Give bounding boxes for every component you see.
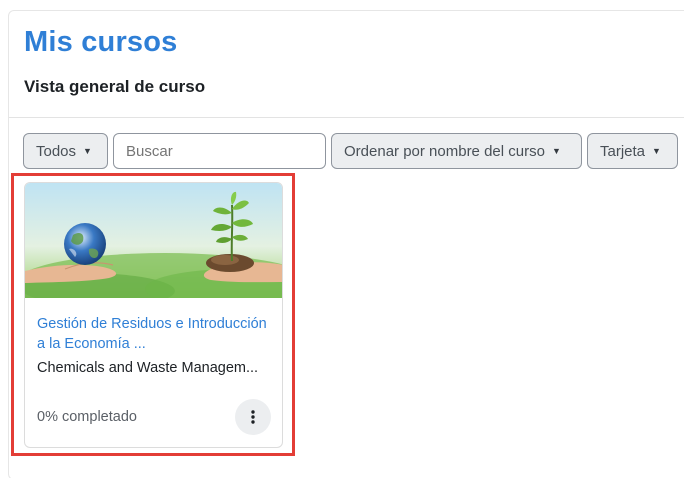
section-title: Vista general de curso [24, 77, 206, 96]
grouping-label: Todos [36, 142, 77, 160]
course-title-link[interactable]: Gestión de Residuos e Introducción a la … [37, 314, 272, 354]
search-input[interactable] [113, 133, 326, 169]
divider [9, 117, 684, 118]
chevron-down-icon: ▼ [652, 146, 661, 156]
sort-label: Ordenar por nombre del curso [344, 142, 545, 160]
page-title: Mis cursos [24, 26, 178, 58]
progress-text: 0% completado [37, 409, 137, 425]
view-dropdown[interactable]: Tarjeta ▼ [587, 133, 678, 169]
course-card[interactable]: Gestión de Residuos e Introducción a la … [24, 182, 283, 448]
chevron-down-icon: ▼ [551, 146, 561, 156]
course-category: Chemicals and Waste Managem... [37, 360, 259, 376]
sort-dropdown[interactable]: Ordenar por nombre del curso ▼ [331, 133, 582, 169]
chevron-down-icon: ▼ [83, 146, 92, 156]
view-label: Tarjeta [600, 142, 646, 160]
course-actions-button[interactable] [235, 399, 271, 435]
grouping-dropdown[interactable]: Todos ▼ [23, 133, 108, 169]
kebab-vertical-icon [251, 410, 255, 424]
course-image[interactable] [25, 183, 283, 298]
